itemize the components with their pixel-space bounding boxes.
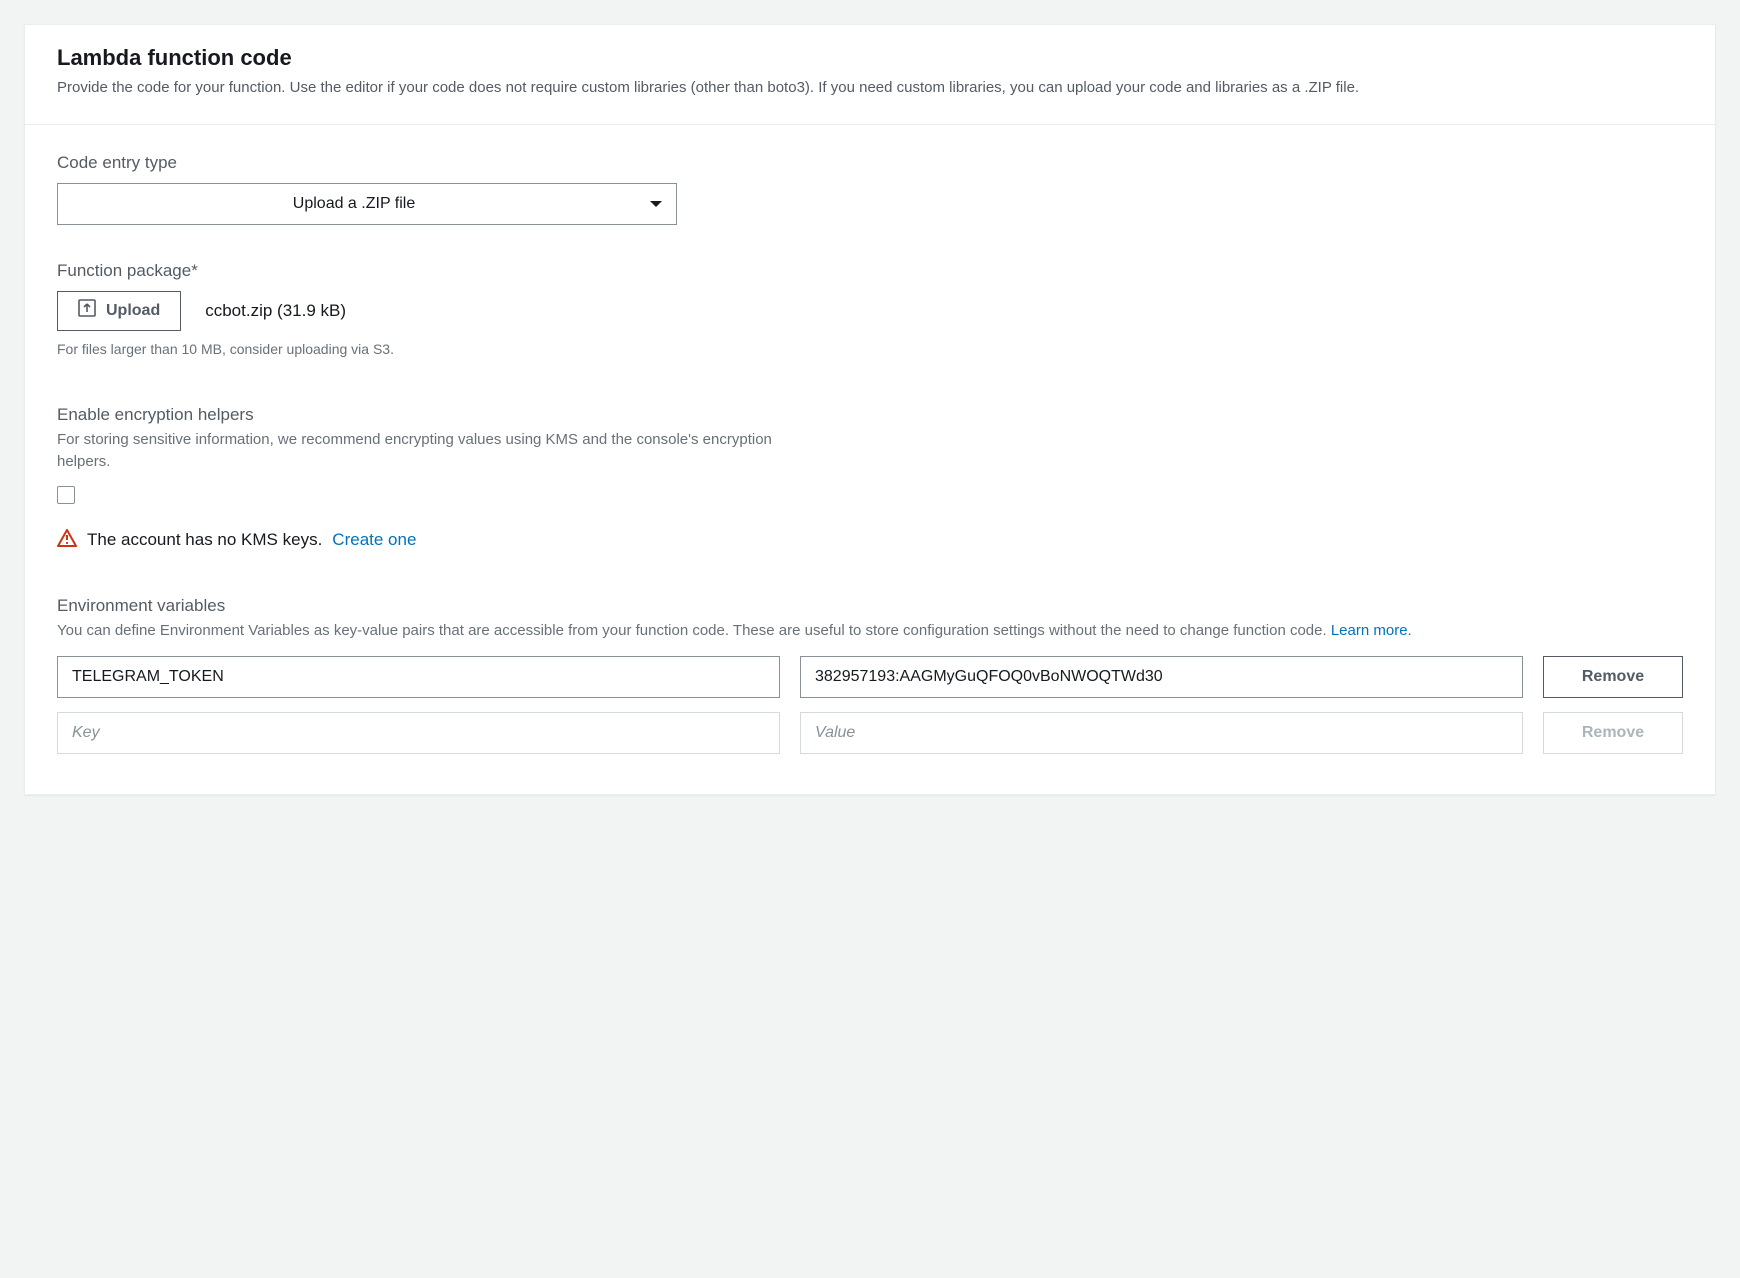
panel-header: Lambda function code Provide the code fo…	[25, 25, 1715, 125]
upload-button-label: Upload	[106, 302, 160, 320]
upload-button[interactable]: Upload	[57, 291, 181, 331]
encryption-checkbox[interactable]	[57, 486, 75, 504]
env-value-input[interactable]	[800, 656, 1523, 698]
env-learn-more-link[interactable]: Learn more.	[1331, 622, 1412, 639]
env-rows: Remove Remove	[57, 656, 1683, 754]
env-row: Remove	[57, 712, 1683, 754]
function-package-label: Function package*	[57, 261, 1683, 281]
panel-body: Code entry type Upload a .ZIP file Funct…	[25, 125, 1715, 795]
page-title: Lambda function code	[57, 45, 1683, 71]
lambda-code-panel: Lambda function code Provide the code fo…	[24, 24, 1716, 795]
env-vars-group: Environment variables You can define Env…	[57, 596, 1683, 755]
encryption-help: For storing sensitive information, we re…	[57, 429, 817, 474]
upload-hint: For files larger than 10 MB, consider up…	[57, 341, 1683, 357]
env-vars-title: Environment variables	[57, 596, 1683, 616]
env-remove-button: Remove	[1543, 712, 1683, 754]
upload-row: Upload ccbot.zip (31.9 kB)	[57, 291, 1683, 331]
code-entry-select[interactable]: Upload a .ZIP file	[57, 183, 677, 225]
env-key-input[interactable]	[57, 712, 780, 754]
env-remove-button[interactable]: Remove	[1543, 656, 1683, 698]
create-kms-key-link[interactable]: Create one	[332, 530, 416, 550]
code-entry-label: Code entry type	[57, 153, 1683, 173]
encryption-title: Enable encryption helpers	[57, 405, 1683, 425]
page-subtitle: Provide the code for your function. Use …	[57, 77, 1683, 100]
code-entry-select-wrap: Upload a .ZIP file	[57, 183, 677, 225]
upload-icon	[78, 299, 96, 322]
kms-warning-text: The account has no KMS keys.	[87, 530, 322, 550]
env-value-input[interactable]	[800, 712, 1523, 754]
encryption-group: Enable encryption helpers For storing se…	[57, 405, 1683, 552]
warning-icon	[57, 529, 77, 552]
kms-warning-row: The account has no KMS keys. Create one	[57, 529, 1683, 552]
env-vars-help: You can define Environment Variables as …	[57, 620, 1683, 643]
uploaded-filename: ccbot.zip (31.9 kB)	[205, 301, 346, 321]
code-entry-group: Code entry type Upload a .ZIP file	[57, 153, 1683, 225]
env-help-text: You can define Environment Variables as …	[57, 622, 1331, 639]
code-entry-value: Upload a .ZIP file	[293, 195, 415, 212]
env-key-input[interactable]	[57, 656, 780, 698]
env-row: Remove	[57, 656, 1683, 698]
function-package-group: Function package* Upload ccbot.zip (31.9…	[57, 261, 1683, 357]
